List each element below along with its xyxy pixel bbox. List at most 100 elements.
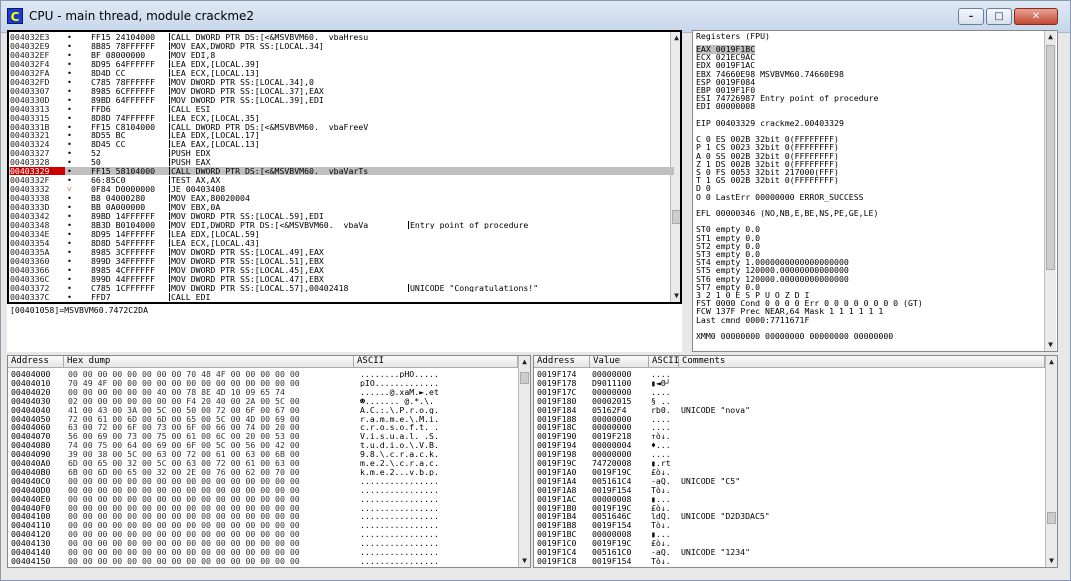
- stack-pane[interactable]: Address Value ASCII Comments ▲ ▼ 0019F17…: [533, 355, 1058, 568]
- disassembly-row[interactable]: 004032EF • BF 08000000 MOV EDI,8: [9, 50, 674, 59]
- stack-row[interactable]: 0019F180 00002015 § ..: [534, 397, 1046, 406]
- disassembly-row[interactable]: 0040336C • 899D 44FFFFFF MOV DWORD PTR SS:[…: [9, 274, 674, 283]
- disassembly-pane[interactable]: ▲ ▼ 004032E3 • FF15 24104000 CALL DWORD PTR…: [7, 30, 682, 304]
- dump-row[interactable]: 00404020 00 00 00 00 00 00 40 00 78 8E 4D…: [8, 388, 518, 396]
- scroll-down-icon[interactable]: ▼: [1045, 339, 1056, 351]
- register-line[interactable]: EIP 00403329 crackme2.00403329: [696, 118, 844, 128]
- disassembly-row[interactable]: 00403329 • FF15 58104000 CALL DWORD PTR DS:…: [9, 167, 674, 176]
- dump-row[interactable]: 00404090 39 00 38 00 5C 00 63 00 72 00 61…: [8, 450, 518, 458]
- disassembly-row[interactable]: 00403348 • 8B3D B0104000 MOV EDI,DWORD PTR …: [9, 220, 674, 229]
- scroll-up-icon[interactable]: ▲: [519, 356, 530, 368]
- register-line[interactable]: T 1 GS 002B 32bit 0(FFFFFFFF): [696, 176, 839, 185]
- minimize-button[interactable]: –: [958, 8, 984, 25]
- disassembly-row[interactable]: 0040335A • 8985 3CFFFFFF MOV DWORD PTR SS:[…: [9, 247, 674, 256]
- register-line[interactable]: EFL 00000346 (NO,NB,E,BE,NS,PE,GE,LE): [696, 209, 878, 218]
- disassembly-row[interactable]: 00403372 • C785 1CFFFFFF MOV DWORD PTR SS:[…: [9, 283, 674, 292]
- scroll-thumb[interactable]: [1046, 45, 1055, 270]
- dump-row[interactable]: 00404040 41 00 43 00 3A 00 5C 00 50 00 72…: [8, 406, 518, 414]
- disassembly-row[interactable]: 0040333D • BB 0A000000 MOV EBX,0A: [9, 203, 674, 212]
- stack-row[interactable]: 0019F190 0019F218 ↑ò↓.: [534, 432, 1046, 441]
- dump-row[interactable]: 00404100 00 00 00 00 00 00 00 00 00 00 00…: [8, 512, 518, 520]
- disassembly-row[interactable]: 00403338 • B8 04000280 MOV EAX,80020004: [9, 194, 674, 203]
- stack-row[interactable]: 0019F1B4 0051646C ldQ. UNICODE "D2D3DAC5": [534, 512, 1046, 521]
- stack-row[interactable]: 0019F178 D9011100 ▮◄Θ┘: [534, 379, 1046, 388]
- stack-row[interactable]: 0019F1A8 0019F154 Tò↓.: [534, 486, 1046, 495]
- disassembly-row[interactable]: 00403307 • 8985 6CFFFFFF MOV DWORD PTR SS:[…: [9, 86, 674, 95]
- disassembly-row[interactable]: 00403354 • 8D8D 54FFFFFF LEA ECX,[LOCAL.43]: [9, 238, 674, 247]
- scroll-up-icon[interactable]: ▲: [1045, 31, 1056, 43]
- disassembly-row[interactable]: 00403321 • 8D55 BC LEA EDX,[LOCAL.17]: [9, 131, 674, 140]
- dump-row[interactable]: 00404060 63 00 72 00 6F 00 73 00 6F 00 66…: [8, 423, 518, 431]
- disassembly-row[interactable]: 00403328 • 50 PUSH EAX: [9, 158, 674, 167]
- disassembly-row[interactable]: 0040331B • FF15 C8104000 CALL DWORD PTR DS:…: [9, 122, 674, 131]
- register-line[interactable]: O 0 LastErr 00000000 ERROR_SUCCESS: [696, 192, 864, 202]
- stack-row[interactable]: 0019F1B0 0019F19C £ò↓.: [534, 504, 1046, 513]
- dump-row[interactable]: 00404030 02 00 00 00 00 00 00 00 F4 20 40…: [8, 397, 518, 405]
- dump-row[interactable]: 004040D0 00 00 00 00 00 00 00 00 00 00 00…: [8, 486, 518, 494]
- register-line[interactable]: Last cmnd 0000:7711671F: [696, 315, 809, 325]
- disassembly-row[interactable]: 0040334E • 8D95 14FFFFFF LEA EDX,[LOCAL.59]: [9, 229, 674, 238]
- dump-row[interactable]: 004040A0 6D 00 65 00 32 00 5C 00 63 00 72…: [8, 459, 518, 467]
- stack-header-address[interactable]: Address: [534, 356, 590, 368]
- register-line[interactable]: XMM0 00000000 00000000 00000000 00000000: [696, 332, 893, 341]
- dump-row[interactable]: 00404130 00 00 00 00 00 00 00 00 00 00 00…: [8, 539, 518, 547]
- stack-header-comments[interactable]: Comments: [679, 356, 1045, 368]
- scroll-down-icon[interactable]: ▼: [519, 555, 530, 567]
- register-line[interactable]: EDI 00000008: [696, 102, 755, 111]
- disassembly-row[interactable]: 0040330D • 89BD 64FFFFFF MOV DWORD PTR SS:[…: [9, 95, 674, 104]
- dump-row[interactable]: 004040C0 00 00 00 00 00 00 00 00 00 00 00…: [8, 477, 518, 485]
- dump-row[interactable]: 00404070 56 00 69 00 73 00 75 00 61 00 6C…: [8, 432, 518, 440]
- registers-pane[interactable]: Registers (FPU) ▲ ▼ EAX 0019F1BC ECX 021E…: [692, 30, 1058, 352]
- dump-row[interactable]: 00404080 74 00 75 00 64 00 69 00 6F 00 5C…: [8, 441, 518, 449]
- disassembly-row[interactable]: 00403327 • 52 PUSH EDX: [9, 149, 674, 158]
- stack-row[interactable]: 0019F19C 74720008 ▮.rt: [534, 459, 1046, 468]
- dump-row[interactable]: 004040E0 00 00 00 00 00 00 00 00 00 00 00…: [8, 495, 518, 503]
- stack-row[interactable]: 0019F18C 00000000....: [534, 423, 1046, 432]
- dump-row[interactable]: 00404120 00 00 00 00 00 00 00 00 00 00 00…: [8, 530, 518, 538]
- disassembly-row[interactable]: 0040337C • FFD7 CALL EDI: [9, 292, 674, 301]
- disassembly-row[interactable]: 00403315 • 8D8D 74FFFFFF LEA ECX,[LOCAL.35]: [9, 113, 674, 122]
- registers-scrollbar[interactable]: ▲ ▼: [1044, 31, 1056, 351]
- disassembly-row[interactable]: 00403324 • 8D45 CC LEA EAX,[LOCAL.13]: [9, 140, 674, 149]
- stack-scrollbar[interactable]: ▲ ▼: [1045, 356, 1057, 567]
- stack-row[interactable]: 0019F184 05162F4 rb0. UNICODE "nova": [534, 406, 1046, 415]
- dump-header-address[interactable]: Address: [8, 356, 64, 368]
- stack-row[interactable]: 0019F1C0 0019F19C £ò↓.: [534, 539, 1046, 548]
- dump-row[interactable]: 00404140 00 00 00 00 00 00 00 00 00 00 00…: [8, 548, 518, 556]
- stack-row[interactable]: 0019F174 00000000....: [534, 370, 1046, 379]
- title-bar[interactable]: C CPU - main thread, module crackme2 – □…: [1, 1, 1070, 33]
- disassembly-row[interactable]: 004032E9 • 8B85 78FFFFFF MOV EAX,DWORD PTR …: [9, 41, 674, 50]
- dump-header-ascii[interactable]: ASCII: [354, 356, 518, 368]
- scroll-thumb[interactable]: [1047, 512, 1056, 524]
- stack-row[interactable]: 0019F1C8 0019F154 Tò↓.: [534, 557, 1046, 566]
- dump-row[interactable]: 00404010 70 49 4F 00 00 00 00 00 00 00 00…: [8, 379, 518, 387]
- stack-header-value[interactable]: Value: [590, 356, 649, 368]
- memory-dump-pane[interactable]: Address Hex dump ASCII ▲ ▼ 00404000 00 00…: [7, 355, 531, 568]
- dump-row[interactable]: 004040F0 00 00 00 00 00 00 00 00 00 00 00…: [8, 504, 518, 512]
- dump-row[interactable]: 004040B0 6B 00 6D 00 65 00 32 00 2E 00 76…: [8, 468, 518, 476]
- stack-row[interactable]: 0019F198 00000000....: [534, 450, 1046, 459]
- dump-header-hex[interactable]: Hex dump: [64, 356, 354, 368]
- registers-title[interactable]: Registers (FPU): [693, 31, 1043, 41]
- stack-row[interactable]: 0019F1B8 0019F154 Tò↓.: [534, 521, 1046, 530]
- scroll-down-icon[interactable]: ▼: [1046, 555, 1057, 567]
- disassembly-row[interactable]: 004032FD • C785 78FFFFFF MOV DWORD PTR SS:[…: [9, 77, 674, 86]
- stack-row[interactable]: 0019F194 00000004 ♦...: [534, 441, 1046, 450]
- close-button[interactable]: ✕: [1014, 8, 1058, 25]
- stack-row[interactable]: 0019F1AC 00000008 ▮...: [534, 495, 1046, 504]
- disassembly-row[interactable]: 00403366 • 8985 4CFFFFFF MOV DWORD PTR SS:[…: [9, 265, 674, 274]
- stack-header-ascii[interactable]: ASCII: [649, 356, 679, 368]
- stack-row[interactable]: 0019F1BC 00000008 ▮...: [534, 530, 1046, 539]
- disassembly-row[interactable]: 004032FA • 8D4D CC LEA ECX,[LOCAL.13]: [9, 68, 674, 77]
- dump-row[interactable]: 00404150 00 00 00 00 00 00 00 00 00 00 00…: [8, 557, 518, 565]
- disassembly-row[interactable]: 00403332 ˅ 0F84 D0000000 JE 00403408: [9, 185, 674, 194]
- dump-row[interactable]: 00404000 00 00 00 00 00 00 00 00 70 48 4F…: [8, 370, 518, 378]
- scroll-up-icon[interactable]: ▲: [1046, 356, 1057, 368]
- disassembly-row[interactable]: 0040332F • 66:85C0 TEST AX,AX: [9, 176, 674, 185]
- disassembly-row[interactable]: 00403360 • 899D 34FFFFFF MOV DWORD PTR SS:[…: [9, 256, 674, 265]
- stack-row[interactable]: 0019F1A0 0019F19C £ò↓.: [534, 468, 1046, 477]
- disassembly-row[interactable]: 00403342 • 89BD 14FFFFFF MOV DWORD PTR SS:[…: [9, 212, 674, 220]
- dump-row[interactable]: 00404110 00 00 00 00 00 00 00 00 00 00 00…: [8, 521, 518, 529]
- maximize-button[interactable]: □: [986, 8, 1012, 25]
- dump-row[interactable]: 00404050 72 00 61 00 6D 00 6D 00 65 00 5C…: [8, 415, 518, 423]
